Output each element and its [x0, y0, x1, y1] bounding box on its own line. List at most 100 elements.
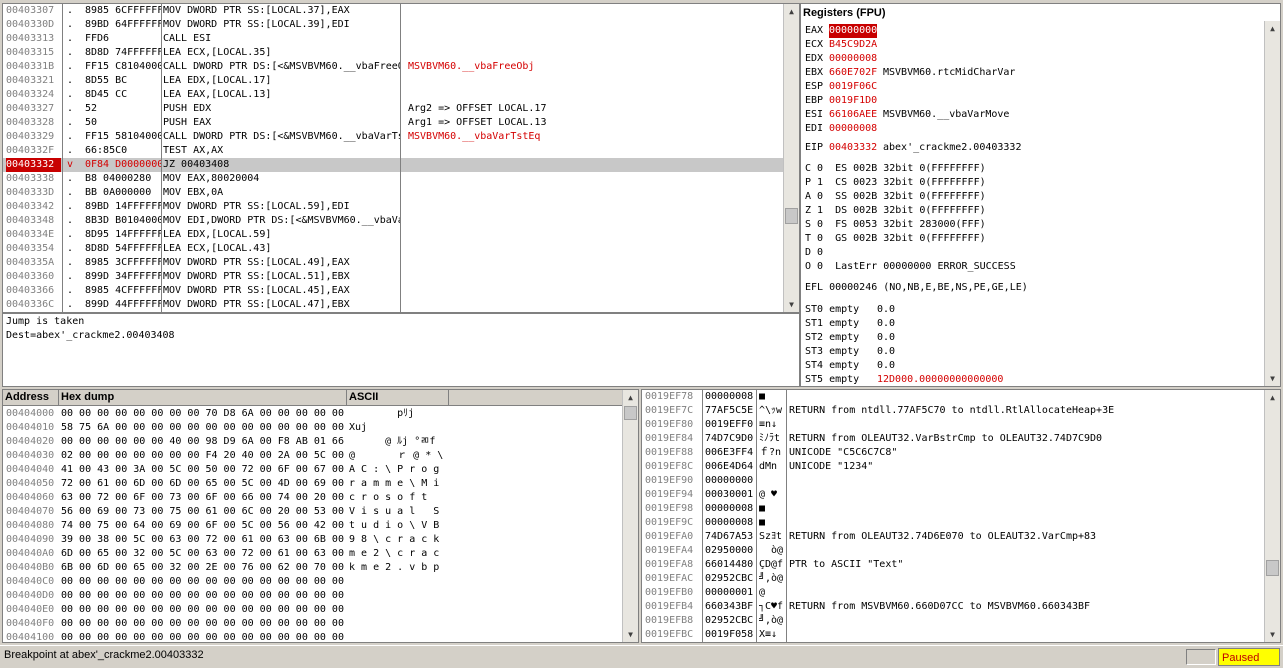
- scroll-up-icon[interactable]: ▲: [1265, 21, 1280, 36]
- stack-row[interactable]: 0019EF98 00000008 ■: [642, 502, 1264, 516]
- disasm-scrollbar[interactable]: ▲ ▼: [783, 4, 799, 312]
- disasm-row[interactable]: 00403324. 8D45 CC LEA EAX,[LOCAL.13]: [3, 88, 783, 102]
- disasm-row[interactable]: 0040331B. FF15 C8104000 CALL DWORD PTR DS:…: [3, 60, 783, 74]
- flag-line[interactable]: T 0 GS 002B 32bit 0(FFFFFFFF): [805, 232, 986, 246]
- disasm-row[interactable]: 00403315. 8D8D 74FFFFFF LEA ECX,[LOCAL.35]: [3, 46, 783, 60]
- stack-row[interactable]: 0019EF8C 006E4D64 dMn UNICODE "1234": [642, 460, 1264, 474]
- dump-row[interactable]: 004040D0 00 00 00 00 00 00 00 00 00 00 00…: [3, 589, 622, 603]
- disasm-row[interactable]: 00403332 v 0F84 D0000000 JZ 00403408: [3, 158, 783, 172]
- disasm-row[interactable]: 00403338. B8 04000280 MOV EAX,80020004: [3, 172, 783, 186]
- dump-row[interactable]: 004040C0 00 00 00 00 00 00 00 00 00 00 00…: [3, 575, 622, 589]
- scroll-thumb[interactable]: [624, 406, 637, 420]
- fpu-value[interactable]: 0.0: [877, 331, 895, 345]
- dump-row[interactable]: 00404050 72 00 61 00 6D 00 6D 00 65 00 5C…: [3, 477, 622, 491]
- dump-row[interactable]: 004040A0 6D 00 65 00 32 00 5C 00 63 00 72…: [3, 547, 622, 561]
- dump-row[interactable]: 00404030 02 00 00 00 00 00 00 00 F4 20 40…: [3, 449, 622, 463]
- stack-row[interactable]: 0019EFA4 02950000 ò@: [642, 544, 1264, 558]
- disasm-row[interactable]: 0040334E. 8D95 14FFFFFF LEA EDX,[LOCAL.59]: [3, 228, 783, 242]
- flag-line[interactable]: S 0 FS 0053 32bit 283000(FFF): [805, 218, 986, 232]
- disasm-row[interactable]: 00403321. 8D55 BC LEA EDX,[LOCAL.17]: [3, 74, 783, 88]
- dump-row[interactable]: 00404020 00 00 00 00 00 00 40 00 98 D9 6A…: [3, 435, 622, 449]
- stack-row[interactable]: 0019EF9C 00000008 ■: [642, 516, 1264, 530]
- stack-row[interactable]: 0019EFB4 660343BF ┐C♥f RETURN from MSVBVM60…: [642, 600, 1264, 614]
- scroll-up-icon[interactable]: ▲: [1265, 390, 1280, 405]
- scroll-down-icon[interactable]: ▼: [784, 297, 799, 312]
- stack-row[interactable]: 0019EF88 006E3FF4 ｆ?n UNICODE "C5C6C7C8": [642, 446, 1264, 460]
- stack-row[interactable]: 0019EF84 74D7C9D0 ﾐﾉﾗt RETURN from OLEAUT32…: [642, 432, 1264, 446]
- register-value[interactable]: 0019F06C: [829, 80, 877, 94]
- stack-row[interactable]: 0019EF7C 77AF5C5E ^\ｯw RETURN from ntdll.77…: [642, 404, 1264, 418]
- disasm-row[interactable]: 0040330D. 89BD 64FFFFFF MOV DWORD PTR SS:[…: [3, 18, 783, 32]
- dump-header-ascii[interactable]: ASCII: [347, 390, 449, 406]
- fpu-value[interactable]: 0.0: [877, 359, 895, 373]
- stack-row[interactable]: 0019EFAC 02952CBC ╝,ò@: [642, 572, 1264, 586]
- disasm-row[interactable]: 0040335A. 8985 3CFFFFFF MOV DWORD PTR SS:[…: [3, 256, 783, 270]
- eip-value[interactable]: 00403332: [829, 141, 877, 155]
- dump-row[interactable]: 00404070 56 00 69 00 73 00 75 00 61 00 6C…: [3, 505, 622, 519]
- disasm-row[interactable]: 00403342. 89BD 14FFFFFF MOV DWORD PTR SS:[…: [3, 200, 783, 214]
- disasm-row[interactable]: 0040336C. 899D 44FFFFFF MOV DWORD PTR SS:[…: [3, 298, 783, 312]
- scroll-thumb[interactable]: [1266, 560, 1279, 576]
- disasm-row[interactable]: 00403307. 8985 6CFFFFFF MOV DWORD PTR SS:[…: [3, 4, 783, 18]
- dump-header-hex[interactable]: Hex dump: [59, 390, 347, 406]
- dump-pane[interactable]: Address Hex dump ASCII 00404000 00 00 00 …: [2, 389, 639, 643]
- registers-pane[interactable]: Registers (FPU) EAX 00000000 ECX B45C9D2A ED…: [800, 3, 1281, 387]
- fpu-value[interactable]: 0.0: [877, 317, 895, 331]
- dump-row[interactable]: 004040E0 00 00 00 00 00 00 00 00 00 00 00…: [3, 603, 622, 617]
- dump-row[interactable]: 004040B0 6B 00 6D 00 65 00 32 00 2E 00 76…: [3, 561, 622, 575]
- stack-row[interactable]: 0019EF90 00000000: [642, 474, 1264, 488]
- dump-row[interactable]: 00404010 58 75 6A 00 00 00 00 00 00 00 00…: [3, 421, 622, 435]
- disasm-row[interactable]: 00403360. 899D 34FFFFFF MOV DWORD PTR SS:[…: [3, 270, 783, 284]
- register-value[interactable]: 00000008: [829, 52, 877, 66]
- scroll-thumb[interactable]: [785, 208, 798, 224]
- flag-line[interactable]: Z 1 DS 002B 32bit 0(FFFFFFFF): [805, 204, 986, 218]
- stack-row[interactable]: 0019EFA8 66014480 ÇD@f PTR to ASCII "Text": [642, 558, 1264, 572]
- disasm-row[interactable]: 00403327. 52 PUSH EDX Arg2 => OFFSET LOCAL.…: [3, 102, 783, 116]
- dump-row[interactable]: 00404040 41 00 43 00 3A 00 5C 00 50 00 72…: [3, 463, 622, 477]
- register-value[interactable]: 00000000: [829, 24, 878, 38]
- scroll-down-icon[interactable]: ▼: [623, 627, 638, 642]
- flag-line[interactable]: C 0 ES 002B 32bit 0(FFFFFFFF): [805, 162, 986, 176]
- flag-line[interactable]: O 0 LastErr 00000000 ERROR_SUCCESS: [805, 260, 1016, 274]
- disasm-row[interactable]: 0040332F. 66:85C0 TEST AX,AX: [3, 144, 783, 158]
- flag-line[interactable]: D 0: [805, 246, 823, 260]
- stack-row[interactable]: 0019EF94 00030001 @ ♥: [642, 488, 1264, 502]
- stack-row[interactable]: 0019EFB0 00000001 @: [642, 586, 1264, 600]
- stack-row[interactable]: 0019EFA0 74D67A53 Szﾖt RETURN from OLEAUT32…: [642, 530, 1264, 544]
- scroll-up-icon[interactable]: ▲: [623, 390, 638, 405]
- disassembly-pane[interactable]: 00403307. 8985 6CFFFFFF MOV DWORD PTR SS:[…: [2, 3, 800, 313]
- flag-line[interactable]: A 0 SS 002B 32bit 0(FFFFFFFF): [805, 190, 986, 204]
- fpu-value[interactable]: 0.0: [877, 345, 895, 359]
- stack-row[interactable]: 0019EFB8 02952CBC ╝,ò@: [642, 614, 1264, 628]
- disasm-row[interactable]: 00403313. FFD6 CALL ESI: [3, 32, 783, 46]
- dump-row[interactable]: 004040F0 00 00 00 00 00 00 00 00 00 00 00…: [3, 617, 622, 631]
- stack-row[interactable]: 0019EF80 0019EFF0 ≡n↓: [642, 418, 1264, 432]
- disasm-row[interactable]: 0040333D. BB 0A000000 MOV EBX,0A: [3, 186, 783, 200]
- disasm-row[interactable]: 00403366. 8985 4CFFFFFF MOV DWORD PTR SS:[…: [3, 284, 783, 298]
- flag-line[interactable]: P 1 CS 0023 32bit 0(FFFFFFFF): [805, 176, 986, 190]
- register-value[interactable]: 0019F1D0: [829, 94, 877, 108]
- disasm-row[interactable]: 00403328. 50 PUSH EAX Arg1 => OFFSET LOCAL.…: [3, 116, 783, 130]
- dump-header-address[interactable]: Address: [3, 390, 59, 406]
- stack-scrollbar[interactable]: ▲ ▼: [1264, 390, 1280, 642]
- stack-row[interactable]: 0019EFBC 0019F058 X≡↓: [642, 628, 1264, 642]
- register-value[interactable]: 660E702F: [829, 66, 877, 80]
- registers-scrollbar[interactable]: ▲ ▼: [1264, 21, 1280, 386]
- scroll-up-icon[interactable]: ▲: [784, 4, 799, 19]
- dump-row[interactable]: 00404080 74 00 75 00 64 00 69 00 6F 00 5C…: [3, 519, 622, 533]
- register-value[interactable]: B45C9D2A: [829, 38, 877, 52]
- dump-row[interactable]: 00404000 00 00 00 00 00 00 00 00 70 D8 6A…: [3, 407, 622, 421]
- scroll-down-icon[interactable]: ▼: [1265, 627, 1280, 642]
- disasm-row[interactable]: 00403354. 8D8D 54FFFFFF LEA ECX,[LOCAL.43]: [3, 242, 783, 256]
- stack-pane[interactable]: 0019EF78 00000008 ■ 0019EF7C 77AF5C5E ^\ｯw RET…: [641, 389, 1281, 643]
- fpu-value[interactable]: 0.0: [877, 303, 895, 317]
- dump-row[interactable]: 00404090 39 00 38 00 5C 00 63 00 72 00 61…: [3, 533, 622, 547]
- disasm-row[interactable]: 00403329. FF15 58104000 CALL DWORD PTR DS:…: [3, 130, 783, 144]
- dump-row[interactable]: 00404060 63 00 72 00 6F 00 73 00 6F 00 66…: [3, 491, 622, 505]
- fpu-value[interactable]: 12D000.00000000000000: [877, 373, 1003, 386]
- stack-row[interactable]: 0019EF78 00000008 ■: [642, 390, 1264, 404]
- register-value[interactable]: 66106AEE: [829, 108, 877, 122]
- disasm-row[interactable]: 00403348. 8B3D B0104000 MOV EDI,DWORD PTR …: [3, 214, 783, 228]
- scroll-down-icon[interactable]: ▼: [1265, 371, 1280, 386]
- dump-scrollbar[interactable]: ▲ ▼: [622, 390, 638, 642]
